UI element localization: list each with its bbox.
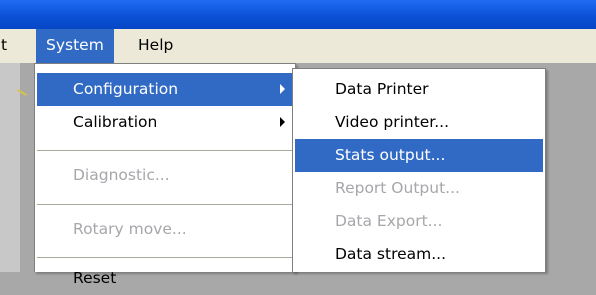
- menubar-item-label: System: [46, 36, 104, 54]
- menu-item-calibration[interactable]: Calibration: [37, 106, 293, 139]
- submenu-item-report-output[interactable]: Report Output...: [295, 172, 543, 205]
- menu-item-label: Report Output...: [335, 179, 460, 197]
- menu-item-label: Data stream...: [335, 245, 447, 263]
- menu-separator: [37, 150, 293, 151]
- menu-item-diagnostic[interactable]: Diagnostic...: [37, 159, 293, 192]
- left-panel: [0, 63, 20, 272]
- menu-item-label: Diagnostic...: [73, 166, 170, 184]
- menu-item-reset[interactable]: Reset: [37, 262, 293, 295]
- submenu-arrow-icon: [280, 84, 285, 94]
- submenu-arrow-icon: [280, 117, 285, 127]
- menubar-item-label: t: [1, 36, 8, 54]
- menu-item-label: Rotary move...: [73, 220, 187, 238]
- menu-item-label: Configuration: [73, 80, 179, 98]
- system-menu: Configuration Calibration Diagnostic... …: [34, 63, 296, 287]
- menu-item-label: Video printer...: [335, 113, 450, 131]
- submenu-item-data-export[interactable]: Data Export...: [295, 205, 543, 238]
- menu-item-label: Reset: [73, 269, 117, 287]
- submenu-item-data-printer[interactable]: Data Printer: [295, 73, 543, 106]
- window-titlebar: [0, 0, 596, 29]
- menubar-item-system[interactable]: System: [36, 29, 114, 63]
- menubar-item-partial[interactable]: t: [0, 29, 17, 63]
- submenu-item-stats-output[interactable]: Stats output...: [295, 139, 543, 172]
- menubar-item-help[interactable]: Help: [128, 29, 183, 63]
- menu-bar: t System Help: [0, 29, 596, 63]
- menubar-item-label: Help: [138, 36, 174, 54]
- menu-item-rotary-move[interactable]: Rotary move...: [37, 213, 293, 246]
- configuration-submenu: Data Printer Video printer... Stats outp…: [292, 68, 546, 272]
- submenu-item-video-printer[interactable]: Video printer...: [295, 106, 543, 139]
- menu-item-label: Data Printer: [335, 80, 429, 98]
- menu-item-configuration[interactable]: Configuration: [37, 73, 293, 106]
- menu-separator: [37, 257, 293, 258]
- menu-item-label: Stats output...: [335, 146, 446, 164]
- submenu-item-data-stream[interactable]: Data stream...: [295, 238, 543, 271]
- menu-item-label: Data Export...: [335, 212, 443, 230]
- menu-separator: [37, 204, 293, 205]
- menu-item-label: Calibration: [73, 113, 158, 131]
